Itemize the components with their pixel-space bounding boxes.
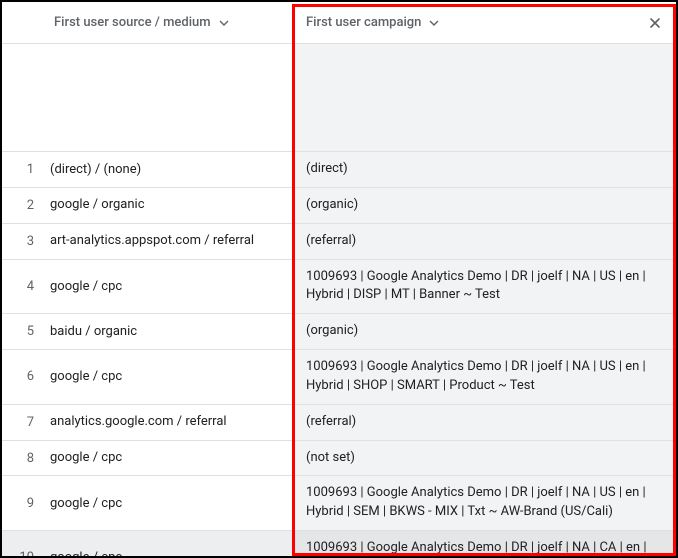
chevron-down-icon <box>429 18 439 28</box>
cell-campaign: 1009693 | Google Analytics Demo | DR | j… <box>292 350 676 404</box>
cell-campaign: (direct) <box>292 152 676 187</box>
cell-campaign: (referral) <box>292 405 676 440</box>
row-index: 9 <box>2 476 44 530</box>
cell-campaign: 1009693 | Google Analytics Demo | DR | j… <box>292 476 676 530</box>
cell-source-medium: analytics.google.com / referral <box>44 405 292 440</box>
table-row[interactable]: 8google / cpc(not set) <box>2 441 676 477</box>
table-row[interactable]: 2google / organic(organic) <box>2 188 676 224</box>
cell-source-medium: art-analytics.appspot.com / referral <box>44 224 292 259</box>
table-row[interactable]: 10google / cpc1009693 | Google Analytics… <box>2 531 676 558</box>
chevron-down-icon <box>219 18 229 28</box>
table-row[interactable]: 7analytics.google.com / referral(referra… <box>2 405 676 441</box>
row-index: 3 <box>2 224 44 259</box>
cell-source-medium: (direct) / (none) <box>44 152 292 187</box>
dimension-primary-label: First user source / medium <box>54 15 211 30</box>
cell-campaign: (organic) <box>292 188 676 223</box>
row-index: 5 <box>2 314 44 349</box>
table-row[interactable]: 3art-analytics.appspot.com / referral(re… <box>2 224 676 260</box>
cell-source-medium: google / organic <box>44 188 292 223</box>
close-icon <box>649 17 661 29</box>
dimension-selector-primary[interactable]: First user source / medium <box>2 15 292 30</box>
cell-source-medium: baidu / organic <box>44 314 292 349</box>
cell-campaign: 1009693 | Google Analytics Demo | DR | j… <box>292 260 676 314</box>
report-frame: First user source / medium First user ca… <box>0 0 678 558</box>
cell-source-medium: google / cpc <box>44 531 292 558</box>
cell-campaign: (referral) <box>292 224 676 259</box>
row-index: 6 <box>2 350 44 404</box>
table-body: 1(direct) / (none)(direct)2google / orga… <box>2 152 676 558</box>
table-row[interactable]: 4google / cpc1009693 | Google Analytics … <box>2 260 676 315</box>
cell-source-medium: google / cpc <box>44 260 292 314</box>
table-row[interactable]: 1(direct) / (none)(direct) <box>2 152 676 188</box>
summary-row-gap <box>2 44 676 152</box>
row-index: 7 <box>2 405 44 440</box>
cell-source-medium: google / cpc <box>44 350 292 404</box>
cell-source-medium: google / cpc <box>44 476 292 530</box>
remove-dimension-button[interactable] <box>644 12 666 34</box>
table-header: First user source / medium First user ca… <box>2 2 676 44</box>
cell-campaign: 1009693 | Google Analytics Demo | DR | j… <box>292 531 676 558</box>
row-index: 4 <box>2 260 44 314</box>
table-row[interactable]: 9google / cpc1009693 | Google Analytics … <box>2 476 676 531</box>
dimension-secondary-label: First user campaign <box>306 15 421 30</box>
cell-campaign: (organic) <box>292 314 676 349</box>
row-index: 10 <box>2 531 44 558</box>
row-index: 2 <box>2 188 44 223</box>
table-row[interactable]: 6google / cpc1009693 | Google Analytics … <box>2 350 676 405</box>
row-index: 8 <box>2 441 44 476</box>
row-index: 1 <box>2 152 44 187</box>
table-row[interactable]: 5baidu / organic(organic) <box>2 314 676 350</box>
cell-campaign: (not set) <box>292 441 676 476</box>
dimension-selector-secondary[interactable]: First user campaign <box>292 12 676 34</box>
cell-source-medium: google / cpc <box>44 441 292 476</box>
